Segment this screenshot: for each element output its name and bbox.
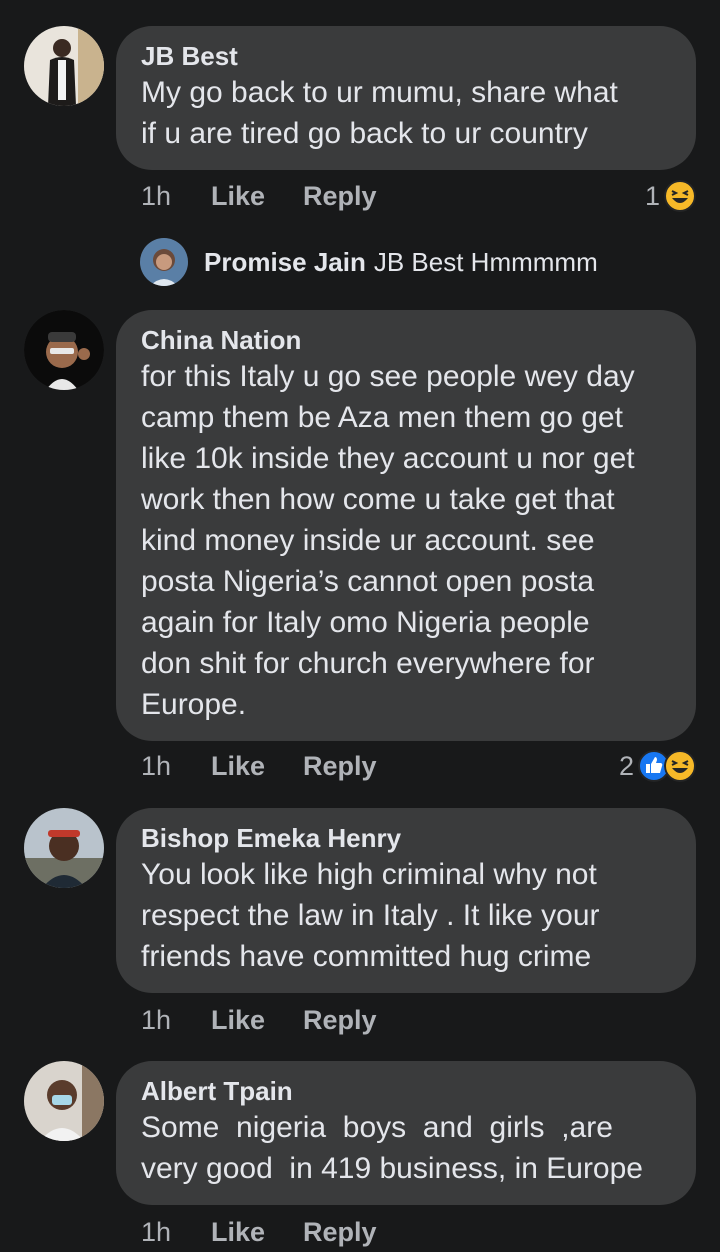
like-button[interactable]: Like (211, 751, 303, 782)
comment-text: My go back to ur mumu, share what if u a… (141, 76, 618, 150)
reply-button[interactable]: Reply (303, 181, 377, 212)
reply-button[interactable]: Reply (303, 1005, 377, 1036)
avatar-image (24, 310, 104, 390)
comment-author[interactable]: Bishop Emeka Henry (141, 822, 671, 854)
avatar[interactable] (24, 310, 104, 390)
comment-timestamp[interactable]: 1h (141, 1217, 211, 1248)
avatar-image (24, 1061, 104, 1141)
avatar[interactable] (24, 808, 104, 888)
comment-bubble: Bishop Emeka Henry You look like high cr… (116, 808, 696, 993)
comment-bubble: Albert Tpain Some nigeria boys and girls… (116, 1061, 696, 1205)
avatar-image (24, 26, 104, 106)
laughing-emoji-icon (664, 750, 696, 782)
reply-preview[interactable]: Promise Jain JB Best Hmmmmm (140, 238, 598, 286)
laughing-emoji-icon (664, 180, 696, 212)
avatar-image (24, 808, 104, 888)
reply-author[interactable]: Promise Jain (204, 247, 366, 278)
comment-text: Some nigeria boys and girls ,are very go… (141, 1111, 643, 1185)
comment-actions: 1h Like Reply (141, 1000, 377, 1040)
comment-timestamp[interactable]: 1h (141, 1005, 211, 1036)
comment-timestamp[interactable]: 1h (141, 181, 211, 212)
reply-button[interactable]: Reply (303, 751, 377, 782)
reply-button[interactable]: Reply (303, 1217, 377, 1248)
comment-text: You look like high criminal why not resp… (141, 858, 600, 973)
reaction-summary[interactable]: 2 (619, 746, 696, 786)
comment-actions: 1h Like Reply (141, 746, 377, 786)
avatar[interactable] (24, 26, 104, 106)
comment-bubble: China Nation for this Italy u go see peo… (116, 310, 696, 741)
like-button[interactable]: Like (211, 1005, 303, 1036)
comment-timestamp[interactable]: 1h (141, 751, 211, 782)
comment-actions: 1h Like Reply (141, 176, 377, 216)
avatar[interactable] (24, 1061, 104, 1141)
comment-author[interactable]: China Nation (141, 324, 671, 356)
reaction-count: 1 (644, 180, 660, 211)
reply-text: JB Best Hmmmmm (373, 246, 598, 277)
comment-author[interactable]: JB Best (141, 40, 671, 72)
reaction-count: 2 (618, 750, 634, 781)
avatar-image (140, 238, 188, 286)
reaction-summary[interactable]: 1 (645, 176, 696, 216)
comment-actions: 1h Like Reply (141, 1212, 377, 1252)
like-button[interactable]: Like (211, 1217, 303, 1248)
comment-text: for this Italy u go see people wey day c… (141, 360, 635, 721)
comment-bubble: JB Best My go back to ur mumu, share wha… (116, 26, 696, 170)
comment-author[interactable]: Albert Tpain (141, 1075, 671, 1107)
avatar[interactable] (140, 238, 188, 286)
like-button[interactable]: Like (211, 181, 303, 212)
